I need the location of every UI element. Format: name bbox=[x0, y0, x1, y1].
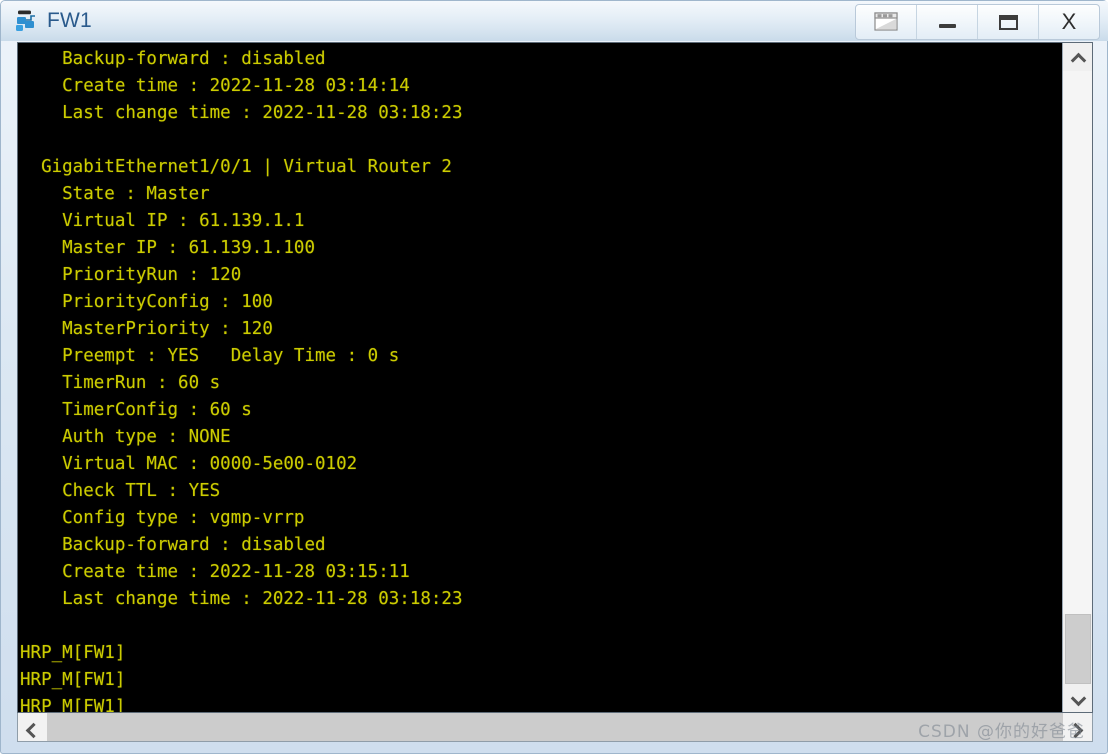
terminal-line: Auth type : NONE bbox=[20, 427, 231, 447]
terminal-line: TimerRun : 60 s bbox=[20, 373, 221, 393]
horizontal-scroll-thumb[interactable] bbox=[47, 713, 1063, 741]
terminal-pane[interactable]: Backup-forward : disabled Create time : … bbox=[17, 42, 1093, 713]
chevron-left-icon bbox=[27, 724, 39, 731]
firewall-device-icon bbox=[14, 8, 40, 34]
terminal-line: HRP_M[FW1] bbox=[20, 697, 126, 712]
terminal-line: TimerConfig : 60 s bbox=[20, 400, 252, 420]
terminal-line: Last change time : 2022-11-28 03:18:23 bbox=[20, 589, 463, 609]
terminal-line: MasterPriority : 120 bbox=[20, 319, 273, 339]
terminal-line: Backup-forward : disabled bbox=[20, 535, 326, 555]
maximize-icon bbox=[998, 14, 1018, 30]
close-button[interactable]: X bbox=[1039, 5, 1099, 39]
terminal-line: Create time : 2022-11-28 03:15:11 bbox=[20, 562, 410, 582]
terminal-line: HRP_M[FW1] bbox=[20, 670, 126, 690]
terminal-line: Virtual MAC : 0000-5e00-0102 bbox=[20, 454, 358, 474]
vertical-scroll-thumb[interactable] bbox=[1065, 614, 1091, 684]
terminal-line: Virtual IP : 61.139.1.1 bbox=[20, 211, 305, 231]
maximize-button[interactable] bbox=[978, 5, 1039, 39]
horizontal-scrollbar[interactable] bbox=[17, 713, 1093, 742]
minimize-button[interactable] bbox=[917, 5, 978, 39]
scroll-down-arrow[interactable] bbox=[1063, 684, 1092, 712]
terminal-line: State : Master bbox=[20, 184, 210, 204]
scroll-up-arrow[interactable] bbox=[1063, 43, 1092, 71]
vertical-scroll-track-upper[interactable] bbox=[1063, 71, 1092, 614]
title-bar-left: FW1 bbox=[14, 5, 92, 37]
chevron-up-icon bbox=[1072, 54, 1084, 61]
restore-icon bbox=[871, 11, 901, 33]
terminal-line: PriorityConfig : 100 bbox=[20, 292, 273, 312]
console-window: FW1 X Backup-forward: disabled Create t… bbox=[0, 0, 1108, 754]
terminal-output[interactable]: Backup-forward : disabled Create time : … bbox=[18, 43, 1062, 712]
terminal-line: Last change time : 2022-11-28 03:18:23 bbox=[20, 103, 463, 123]
chevron-down-icon bbox=[1072, 695, 1084, 702]
title-bar[interactable]: FW1 X bbox=[1, 1, 1108, 41]
vertical-scrollbar[interactable] bbox=[1062, 43, 1092, 712]
terminal-line: HRP_M[FW1] bbox=[20, 643, 126, 663]
close-icon: X bbox=[1061, 9, 1077, 34]
minimize-icon bbox=[938, 23, 956, 28]
terminal-line: Config type : vgmp-vrrp bbox=[20, 508, 305, 528]
scroll-left-arrow[interactable] bbox=[18, 713, 47, 741]
terminal-line: Preempt : YES Delay Time : 0 s bbox=[20, 346, 400, 366]
terminal-line: GigabitEthernet1/0/1 | Virtual Router 2 bbox=[20, 157, 452, 177]
chevron-right-icon bbox=[1072, 724, 1084, 731]
terminal-line: Create time : 2022-11-28 03:14:14 bbox=[20, 76, 410, 96]
terminal-line: Backup-forward : disabled bbox=[20, 49, 326, 69]
terminal-line: Master IP : 61.139.1.100 bbox=[20, 238, 316, 258]
scroll-right-arrow[interactable] bbox=[1063, 713, 1092, 741]
terminal-line: PriorityRun : 120 bbox=[20, 265, 242, 285]
window-title: FW1 bbox=[47, 9, 92, 32]
terminal-line: Check TTL : YES bbox=[20, 481, 221, 501]
restore-window-button[interactable] bbox=[856, 5, 917, 39]
window-controls: X bbox=[855, 4, 1100, 40]
